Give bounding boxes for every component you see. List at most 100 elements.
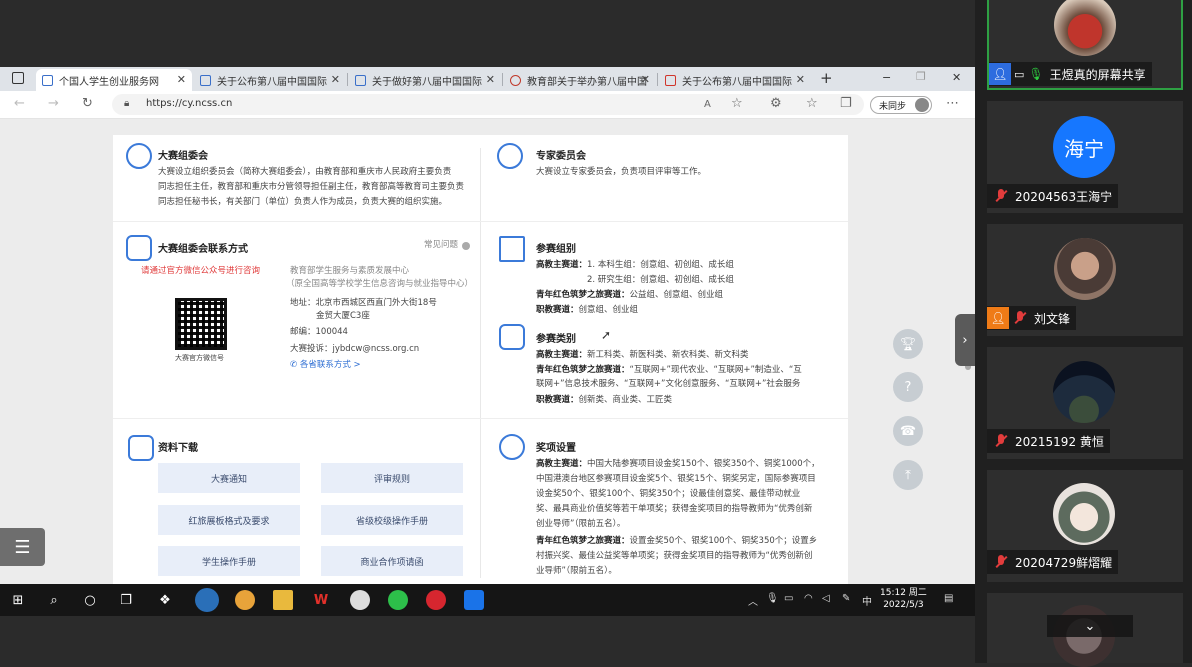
cortana-icon[interactable]: ○ (80, 590, 100, 610)
qr-caption: 大赛官方微信号 (175, 354, 224, 362)
back-to-top-icon[interactable]: ⤒ (893, 460, 923, 490)
battery-icon[interactable]: ▭ (784, 593, 793, 604)
faq-link[interactable]: 常见问题 (424, 238, 458, 253)
system-clock[interactable]: 15:12 周二 2022/5/3 (880, 587, 927, 611)
close-tab-icon[interactable]: ✕ (641, 73, 650, 86)
app-globe-icon[interactable] (350, 590, 370, 610)
tab-notice-3[interactable]: 教育部关于举办第八届中国 ✕ (504, 69, 656, 91)
minimize-button[interactable]: − (882, 71, 891, 84)
favorite-add-icon[interactable]: ☆ (731, 96, 743, 111)
notification-icon[interactable]: ▤ (944, 593, 953, 604)
close-tab-icon[interactable]: ✕ (331, 73, 340, 86)
windows-start-icon[interactable]: ⊞ (8, 590, 28, 610)
download-notice-button[interactable]: 大赛通知 (158, 463, 300, 493)
participant-name: 20215192 黄恒 (1015, 434, 1104, 449)
folder-icon[interactable] (273, 590, 293, 610)
read-aloud-icon[interactable]: A (704, 99, 711, 110)
lock-icon[interactable]: 🔒︎ (124, 98, 129, 109)
list-icon: ☰ (14, 536, 31, 558)
download-doc-icon (128, 435, 154, 461)
collections-icon[interactable]: ❐ (840, 96, 852, 111)
avatar (1053, 483, 1115, 545)
groups-higher-2: 2. 研究生组：创意组、初创组、成长组 (587, 275, 734, 285)
new-tab-button[interactable]: + (820, 69, 833, 87)
more-menu-icon[interactable]: ⋯ (946, 96, 959, 111)
tray-chevron-icon[interactable]: ︿ (748, 593, 758, 608)
close-tab-icon[interactable]: ✕ (796, 73, 805, 86)
sync-button[interactable]: 未同步 (870, 96, 932, 114)
meeting-app-icon[interactable] (464, 590, 484, 610)
participant-name-bar: 20204729鲜熠耀 (987, 550, 1119, 574)
participant-tile[interactable]: 👤︎ 刘文锋 (987, 224, 1183, 336)
url-text: https://cy.ncss.cn (146, 98, 233, 109)
participant-tile-partial[interactable]: ⌄ (987, 593, 1183, 667)
province-contacts-link[interactable]: ✆ 各省联系方式 > (290, 358, 361, 373)
trophy-icon[interactable]: 🏆︎ (893, 329, 923, 359)
help-icon[interactable] (462, 242, 470, 250)
tab-ncss[interactable]: 个国人学生创业服务网 ✕ (36, 69, 192, 91)
chrome-icon[interactable] (235, 590, 255, 610)
panel-toggle-handle[interactable]: › (955, 314, 975, 366)
favorites-icon[interactable]: ☆ (806, 96, 818, 111)
page-icon (42, 74, 53, 86)
network-icon[interactable]: ◠ (804, 593, 813, 604)
groups-title: 参赛组别 (536, 244, 576, 255)
grid-icon (499, 324, 525, 350)
groups-voc: 职教赛道：创意组、创业组 (536, 305, 639, 315)
participant-tile[interactable]: 海宁 20204563王海宁 (987, 101, 1183, 213)
wps-icon[interactable]: W (311, 590, 331, 610)
org-chart-icon (499, 236, 525, 262)
close-window-button[interactable]: ✕ (952, 71, 961, 84)
contact-email: 大赛投诉：jybdcw@ncss.org.cn (290, 344, 420, 354)
participant-name-bar: 👤︎ ▭ 🎙︎ 王煜真的屏幕共享 (989, 62, 1152, 86)
tab-notice-1[interactable]: 关于公布第八届中国国际 ✕ (194, 69, 346, 91)
search-icon[interactable]: ⌕ (44, 590, 64, 610)
restore-button[interactable]: ❐ (916, 70, 926, 83)
tab-label: 教育部关于举办第八届中国 (527, 76, 647, 88)
participant-tile[interactable]: 20215192 黄恒 (987, 347, 1183, 459)
download-rules-button[interactable]: 评审规则 (321, 463, 463, 493)
categories-higher: 高教主赛道：新工科类、新医科类、新农科类、新文科类 (536, 350, 749, 360)
volume-icon[interactable]: ◁ (822, 593, 830, 604)
contact-title: 大赛组委会联系方式 (158, 244, 248, 255)
tab-notice-2[interactable]: 关于做好第八届中国国际 ✕ (349, 69, 501, 91)
tab-divider (347, 73, 348, 86)
menu-fab[interactable]: ☰ (0, 528, 45, 566)
download-poster-button[interactable]: 红旅展板格式及要求 (158, 505, 300, 535)
tab-label: 个国人学生创业服务网 (59, 76, 159, 88)
app-icon[interactable]: ❖ (155, 590, 175, 610)
refresh-icon[interactable]: ↻ (82, 96, 93, 111)
pen-icon[interactable]: ✎ (842, 593, 850, 604)
phone-book-icon[interactable]: ☎ (893, 416, 923, 446)
task-view-icon[interactable]: ❐ (116, 590, 136, 610)
download-manual-button[interactable]: 省级校级操作手册 (321, 505, 463, 535)
row-divider (113, 418, 848, 419)
medal-icon (499, 434, 525, 460)
download-business-button[interactable]: 商业合作项请函 (321, 546, 463, 576)
screen-share-bottom-area (0, 616, 975, 663)
mic-muted-icon (993, 188, 1009, 204)
close-tab-icon[interactable]: ✕ (486, 73, 495, 86)
mic-muted-icon (993, 433, 1009, 449)
forward-icon[interactable]: → (48, 96, 59, 111)
tab-notice-4[interactable]: 关于公布第八届中国国际 ✕ (659, 69, 811, 91)
music-icon[interactable] (426, 590, 446, 610)
person-icon: 👤︎ (987, 307, 1009, 329)
participant-name-bar: 20215192 黄恒 (987, 429, 1110, 453)
extensions-icon[interactable]: ⚙ (770, 96, 782, 111)
back-icon[interactable]: ← (14, 96, 25, 111)
help-chat-icon[interactable]: ? (893, 372, 923, 402)
wechat-icon[interactable] (388, 590, 408, 610)
download-student-manual-button[interactable]: 学生操作手册 (158, 546, 300, 576)
tab-actions-icon[interactable] (12, 72, 24, 84)
committee-text: 大赛设立组织委员会（简称大赛组委会），由教育部和重庆市人民政府主要负责 同志担任… (158, 167, 465, 207)
edge-icon[interactable] (195, 588, 219, 612)
tab-label: 关于做好第八届中国国际 (372, 76, 482, 88)
participant-tile[interactable]: 20204729鲜熠耀 (987, 470, 1183, 582)
participant-tile-sharing[interactable]: 👤︎ ▭ 🎙︎ 王煜真的屏幕共享 (987, 0, 1183, 90)
close-tab-icon[interactable]: ✕ (177, 73, 186, 86)
participant-name: 王煜真的屏幕共享 (1049, 67, 1146, 82)
scroll-down-button[interactable]: ⌄ (1047, 615, 1133, 637)
ime-indicator[interactable]: 中 (862, 593, 872, 608)
mic-tray-icon[interactable]: 🎙︎ (766, 593, 779, 604)
